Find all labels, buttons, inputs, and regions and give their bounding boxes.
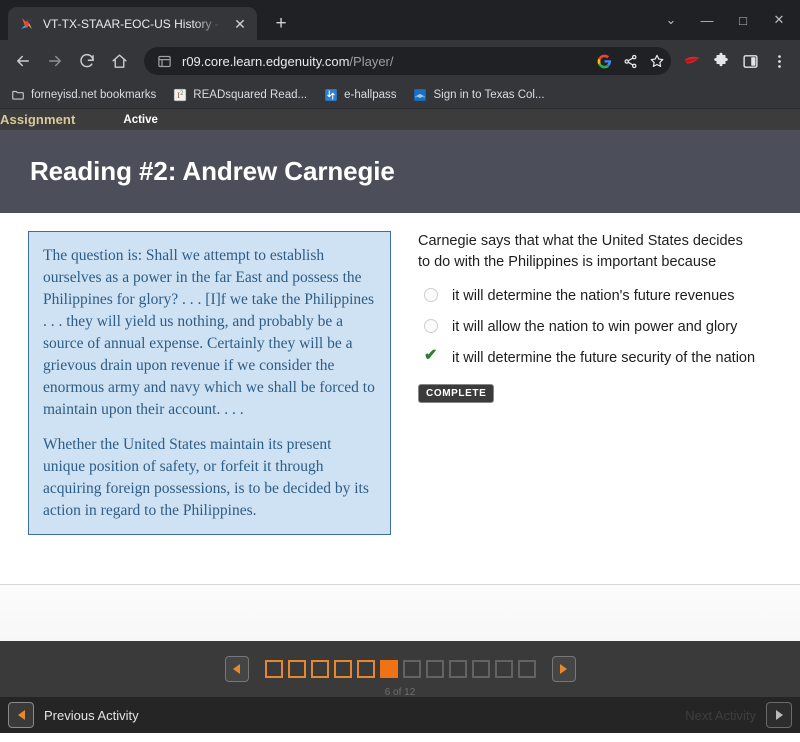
texas-college-icon — [413, 88, 428, 103]
google-g-icon[interactable] — [596, 53, 613, 70]
browser-toolbar: r09.core.learn.edgenuity.com/Player/ — [0, 40, 800, 82]
url-host: r09.core.learn.edgenuity.com — [182, 53, 350, 69]
passage-paragraph: Whether the United States maintain its p… — [43, 436, 369, 519]
pager-step[interactable] — [425, 659, 444, 678]
bookmark-item[interactable]: I 2 READsquared Read... — [172, 88, 307, 103]
lesson-content: The question is: Shall we attempt to est… — [0, 213, 800, 584]
pager-step[interactable] — [471, 659, 490, 678]
home-icon[interactable] — [104, 46, 134, 76]
lesson-title-bar: Reading #2: Andrew Carnegie — [0, 130, 800, 213]
address-bar[interactable]: r09.core.learn.edgenuity.com/Player/ — [144, 47, 671, 75]
answer-options: it will determine the nation's future re… — [418, 286, 792, 368]
answer-option-correct[interactable]: ✔ it will determine the future security … — [418, 348, 792, 368]
star-icon[interactable] — [648, 53, 665, 70]
chevron-down-icon[interactable]: ⌄ — [654, 6, 688, 34]
content-spacer — [0, 584, 800, 641]
browser-tab[interactable]: VT-TX-STAAR-EOC-US History - In ✕ — [8, 7, 257, 40]
question-column: Carnegie says that what the United State… — [400, 231, 800, 584]
assignment-type-label: Assignment — [0, 112, 76, 127]
bookmark-item[interactable]: e-hallpass — [323, 88, 397, 103]
activity-navigation-bar: Previous Activity Next Activity — [0, 696, 800, 733]
bookmark-label: e-hallpass — [344, 89, 397, 101]
reload-icon[interactable] — [72, 46, 102, 76]
assignment-status-bar: Assignment Active — [0, 109, 800, 130]
window-controls: ⌄ — □ ✕ — [654, 6, 796, 34]
bookmark-label: forneyisd.net bookmarks — [31, 89, 157, 101]
e-hallpass-icon — [323, 88, 338, 103]
pager-step[interactable] — [494, 659, 513, 678]
next-activity-label: Next Activity — [685, 707, 756, 723]
previous-activity-label: Previous Activity — [44, 707, 139, 723]
next-activity-button[interactable]: Next Activity — [685, 702, 792, 728]
puzzle-piece-icon[interactable] — [708, 48, 734, 74]
share-icon[interactable] — [622, 53, 639, 70]
pager-step[interactable] — [517, 659, 536, 678]
bookmark-label: READsquared Read... — [193, 89, 308, 101]
three-dot-menu-icon[interactable] — [766, 48, 792, 74]
passage-quote-box: The question is: Shall we attempt to est… — [28, 231, 391, 535]
close-icon[interactable]: ✕ — [762, 6, 796, 34]
minimize-icon[interactable]: — — [690, 6, 724, 34]
passage-paragraph: The question is: Shall we attempt to est… — [43, 247, 375, 418]
plus-icon[interactable]: + — [267, 9, 295, 37]
radio-button-icon[interactable] — [418, 286, 452, 303]
side-panel-icon[interactable] — [737, 48, 763, 74]
tab-strip: VT-TX-STAAR-EOC-US History - In ✕ + ⌄ — … — [0, 0, 800, 40]
answer-option[interactable]: it will allow the nation to win power an… — [418, 317, 792, 337]
pager-step-current[interactable] — [379, 659, 398, 678]
passage-column: The question is: Shall we attempt to est… — [0, 231, 400, 584]
pager-step[interactable] — [287, 659, 306, 678]
answer-option-label: it will determine the nation's future re… — [452, 288, 735, 305]
url-text: r09.core.learn.edgenuity.com/Player/ — [182, 54, 587, 69]
maximize-icon[interactable]: □ — [726, 6, 760, 34]
pager-count: 6 of 12 — [384, 687, 416, 698]
pager-left-arrow-icon[interactable] — [224, 655, 249, 682]
previous-activity-button[interactable]: Previous Activity — [8, 702, 139, 728]
pager-step[interactable] — [356, 659, 375, 678]
close-icon[interactable]: ✕ — [231, 15, 249, 33]
page-title: Reading #2: Andrew Carnegie — [30, 156, 395, 186]
activity-pager: 6 of 12 — [0, 641, 800, 698]
pager-step[interactable] — [333, 659, 352, 678]
pager-step[interactable] — [402, 659, 421, 678]
readsquared-icon: I 2 — [172, 88, 187, 103]
pager-step[interactable] — [448, 659, 467, 678]
bookmark-label: Sign in to Texas Col... — [433, 89, 545, 101]
assignment-state-label: Active — [123, 113, 158, 126]
bookmarks-bar: forneyisd.net bookmarks I 2 READsquared … — [0, 82, 800, 109]
extensions-area — [679, 48, 792, 74]
bookmark-item[interactable]: forneyisd.net bookmarks — [10, 88, 156, 103]
forward-arrow-icon[interactable] — [40, 46, 70, 76]
checkmark-icon: ✔ — [424, 347, 438, 365]
browser-window: VT-TX-STAAR-EOC-US History - In ✕ + ⌄ — … — [0, 0, 800, 742]
bookmark-item[interactable]: Sign in to Texas Col... — [413, 88, 545, 103]
status-badge: COMPLETE — [418, 384, 495, 404]
red-wing-extension-icon[interactable] — [679, 48, 705, 74]
folder-icon — [10, 88, 25, 103]
svg-text:2: 2 — [180, 90, 183, 96]
answer-option-label: it will allow the nation to win power an… — [452, 319, 738, 336]
radio-button-icon[interactable] — [418, 317, 452, 334]
pager-right-arrow-icon[interactable] — [551, 655, 576, 682]
answer-option[interactable]: it will determine the nation's future re… — [418, 286, 792, 306]
left-arrow-icon — [8, 702, 34, 728]
tab-title: VT-TX-STAAR-EOC-US History - In — [43, 16, 223, 31]
back-arrow-icon[interactable] — [8, 46, 38, 76]
right-arrow-icon — [766, 702, 792, 728]
question-prompt: Carnegie says that what the United State… — [418, 233, 743, 270]
pager-steps — [264, 659, 536, 678]
page-info-icon[interactable] — [156, 53, 173, 70]
pager-step[interactable] — [264, 659, 283, 678]
pager-step[interactable] — [310, 659, 329, 678]
url-path: /Player/ — [349, 53, 394, 69]
answer-option-label: it will determine the future security of… — [452, 350, 756, 367]
x-star-favicon — [19, 16, 35, 32]
